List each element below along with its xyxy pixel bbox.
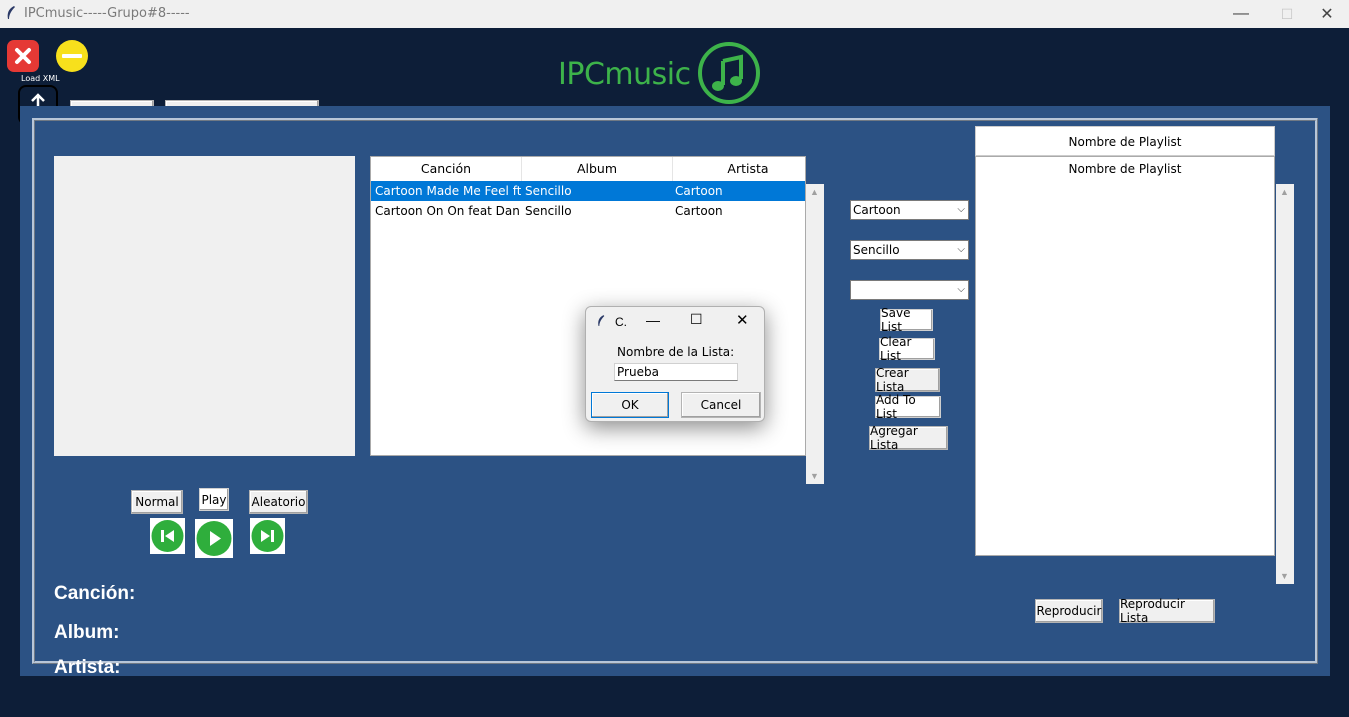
table-row[interactable]: Cartoon On On feat Daniel Levi Sencillo … [371,201,805,221]
artist-combobox[interactable]: Cartoon ⌵ [850,200,969,220]
column-header-album[interactable]: Album [522,157,673,181]
playlist-list[interactable]: Nombre de Playlist [975,156,1275,556]
cell-artista: Cartoon [675,184,723,198]
skip-previous-icon [151,520,184,552]
minimize-window-button[interactable]: — [1218,0,1264,28]
dialog-title: C. [615,315,627,329]
scroll-up-icon[interactable]: ▲ [810,187,819,197]
close-window-button[interactable]: ✕ [1304,0,1349,28]
table-row[interactable]: Cartoon Made Me Feel ft Kaskade Sencillo… [371,181,805,201]
playlist-header[interactable]: Nombre de Playlist [975,126,1275,156]
artista-label: Artista: [54,657,121,678]
cell-album: Sencillo [525,184,572,198]
album-label: Album: [54,622,120,643]
column-header-cancion[interactable]: Canción [371,157,522,181]
skip-next-icon [251,520,284,552]
list-item[interactable]: Nombre de Playlist [976,162,1274,176]
dialog-close-icon[interactable]: ✕ [736,311,749,329]
play-button[interactable] [195,519,233,558]
cancel-button[interactable]: Cancel [681,392,761,418]
album-combobox[interactable]: Sencillo ⌵ [850,240,969,260]
minimize-app-button[interactable] [56,40,88,72]
app-logo-text: IPCmusic [558,57,691,92]
artist-combobox-value: Cartoon [853,203,901,217]
add-to-list-button[interactable]: Add To List [875,393,941,421]
cell-artista: Cartoon [675,204,723,218]
exit-button[interactable] [7,40,39,72]
dialog-prompt: Nombre de la Lista: [617,345,735,359]
aleatorio-mode-button[interactable]: Aleatorio [249,490,308,514]
chevron-down-icon: ⌵ [957,284,965,295]
chevron-down-icon: ⌵ [957,244,965,255]
chevron-down-icon: ⌵ [957,204,965,215]
dialog-maximize-icon[interactable]: ☐ [690,311,703,328]
dialog-minimize-icon[interactable]: — [646,312,660,328]
feather-icon [598,315,605,326]
reproducir-button[interactable]: Reproducir [1035,599,1103,623]
music-note-icon [698,42,760,104]
reproducir-lista-button[interactable]: Reproducir Lista [1119,597,1215,625]
close-x-icon [15,48,31,64]
cell-cancion: Cartoon On On feat Daniel Levi [375,204,521,218]
playlist-scrollbar[interactable]: ▲ ▼ [1276,184,1294,584]
play-icon [196,521,232,556]
album-combobox-value: Sencillo [853,243,900,257]
maximize-icon: ☐ [1280,5,1294,22]
song-combobox[interactable]: ⌵ [850,280,969,300]
clear-list-button[interactable]: Clear List [879,335,935,363]
list-name-input[interactable] [614,363,738,381]
window-title: IPCmusic-----Grupo#8----- [24,6,190,21]
scroll-down-icon[interactable]: ▼ [1280,571,1289,581]
next-button[interactable] [250,518,285,554]
scroll-down-icon[interactable]: ▼ [810,471,819,481]
minimize-icon: — [1233,5,1249,22]
table-header: Canción Album Artista [371,157,805,182]
agregar-lista-button[interactable]: Agregar Lista [869,424,948,452]
previous-button[interactable] [150,518,185,554]
scroll-up-icon[interactable]: ▲ [1280,187,1289,197]
cell-cancion: Cartoon Made Me Feel ft Kaskade [375,184,521,198]
dialog-titlebar: C. — ☐ ✕ [586,307,764,335]
cancion-label: Canción: [54,583,136,604]
minus-icon [62,54,82,58]
close-icon: ✕ [1320,6,1334,23]
album-art [54,156,355,456]
normal-mode-button[interactable]: Normal [131,490,183,514]
load-xml-label: Load XML [21,74,60,83]
ok-button[interactable]: OK [591,392,669,418]
feather-icon [7,6,15,19]
songs-scrollbar[interactable]: ▲ ▼ [806,184,824,484]
cell-album: Sencillo [525,204,572,218]
column-header-artista[interactable]: Artista [673,157,823,181]
save-list-button[interactable]: Save List [880,306,933,334]
crear-lista-dialog: C. — ☐ ✕ Nombre de la Lista: OK Cancel [585,306,765,422]
window-titlebar: IPCmusic-----Grupo#8----- — ☐ ✕ [0,0,1349,28]
play-label-button[interactable]: Play [199,488,229,511]
crear-lista-button[interactable]: Crear Lista [875,366,940,394]
